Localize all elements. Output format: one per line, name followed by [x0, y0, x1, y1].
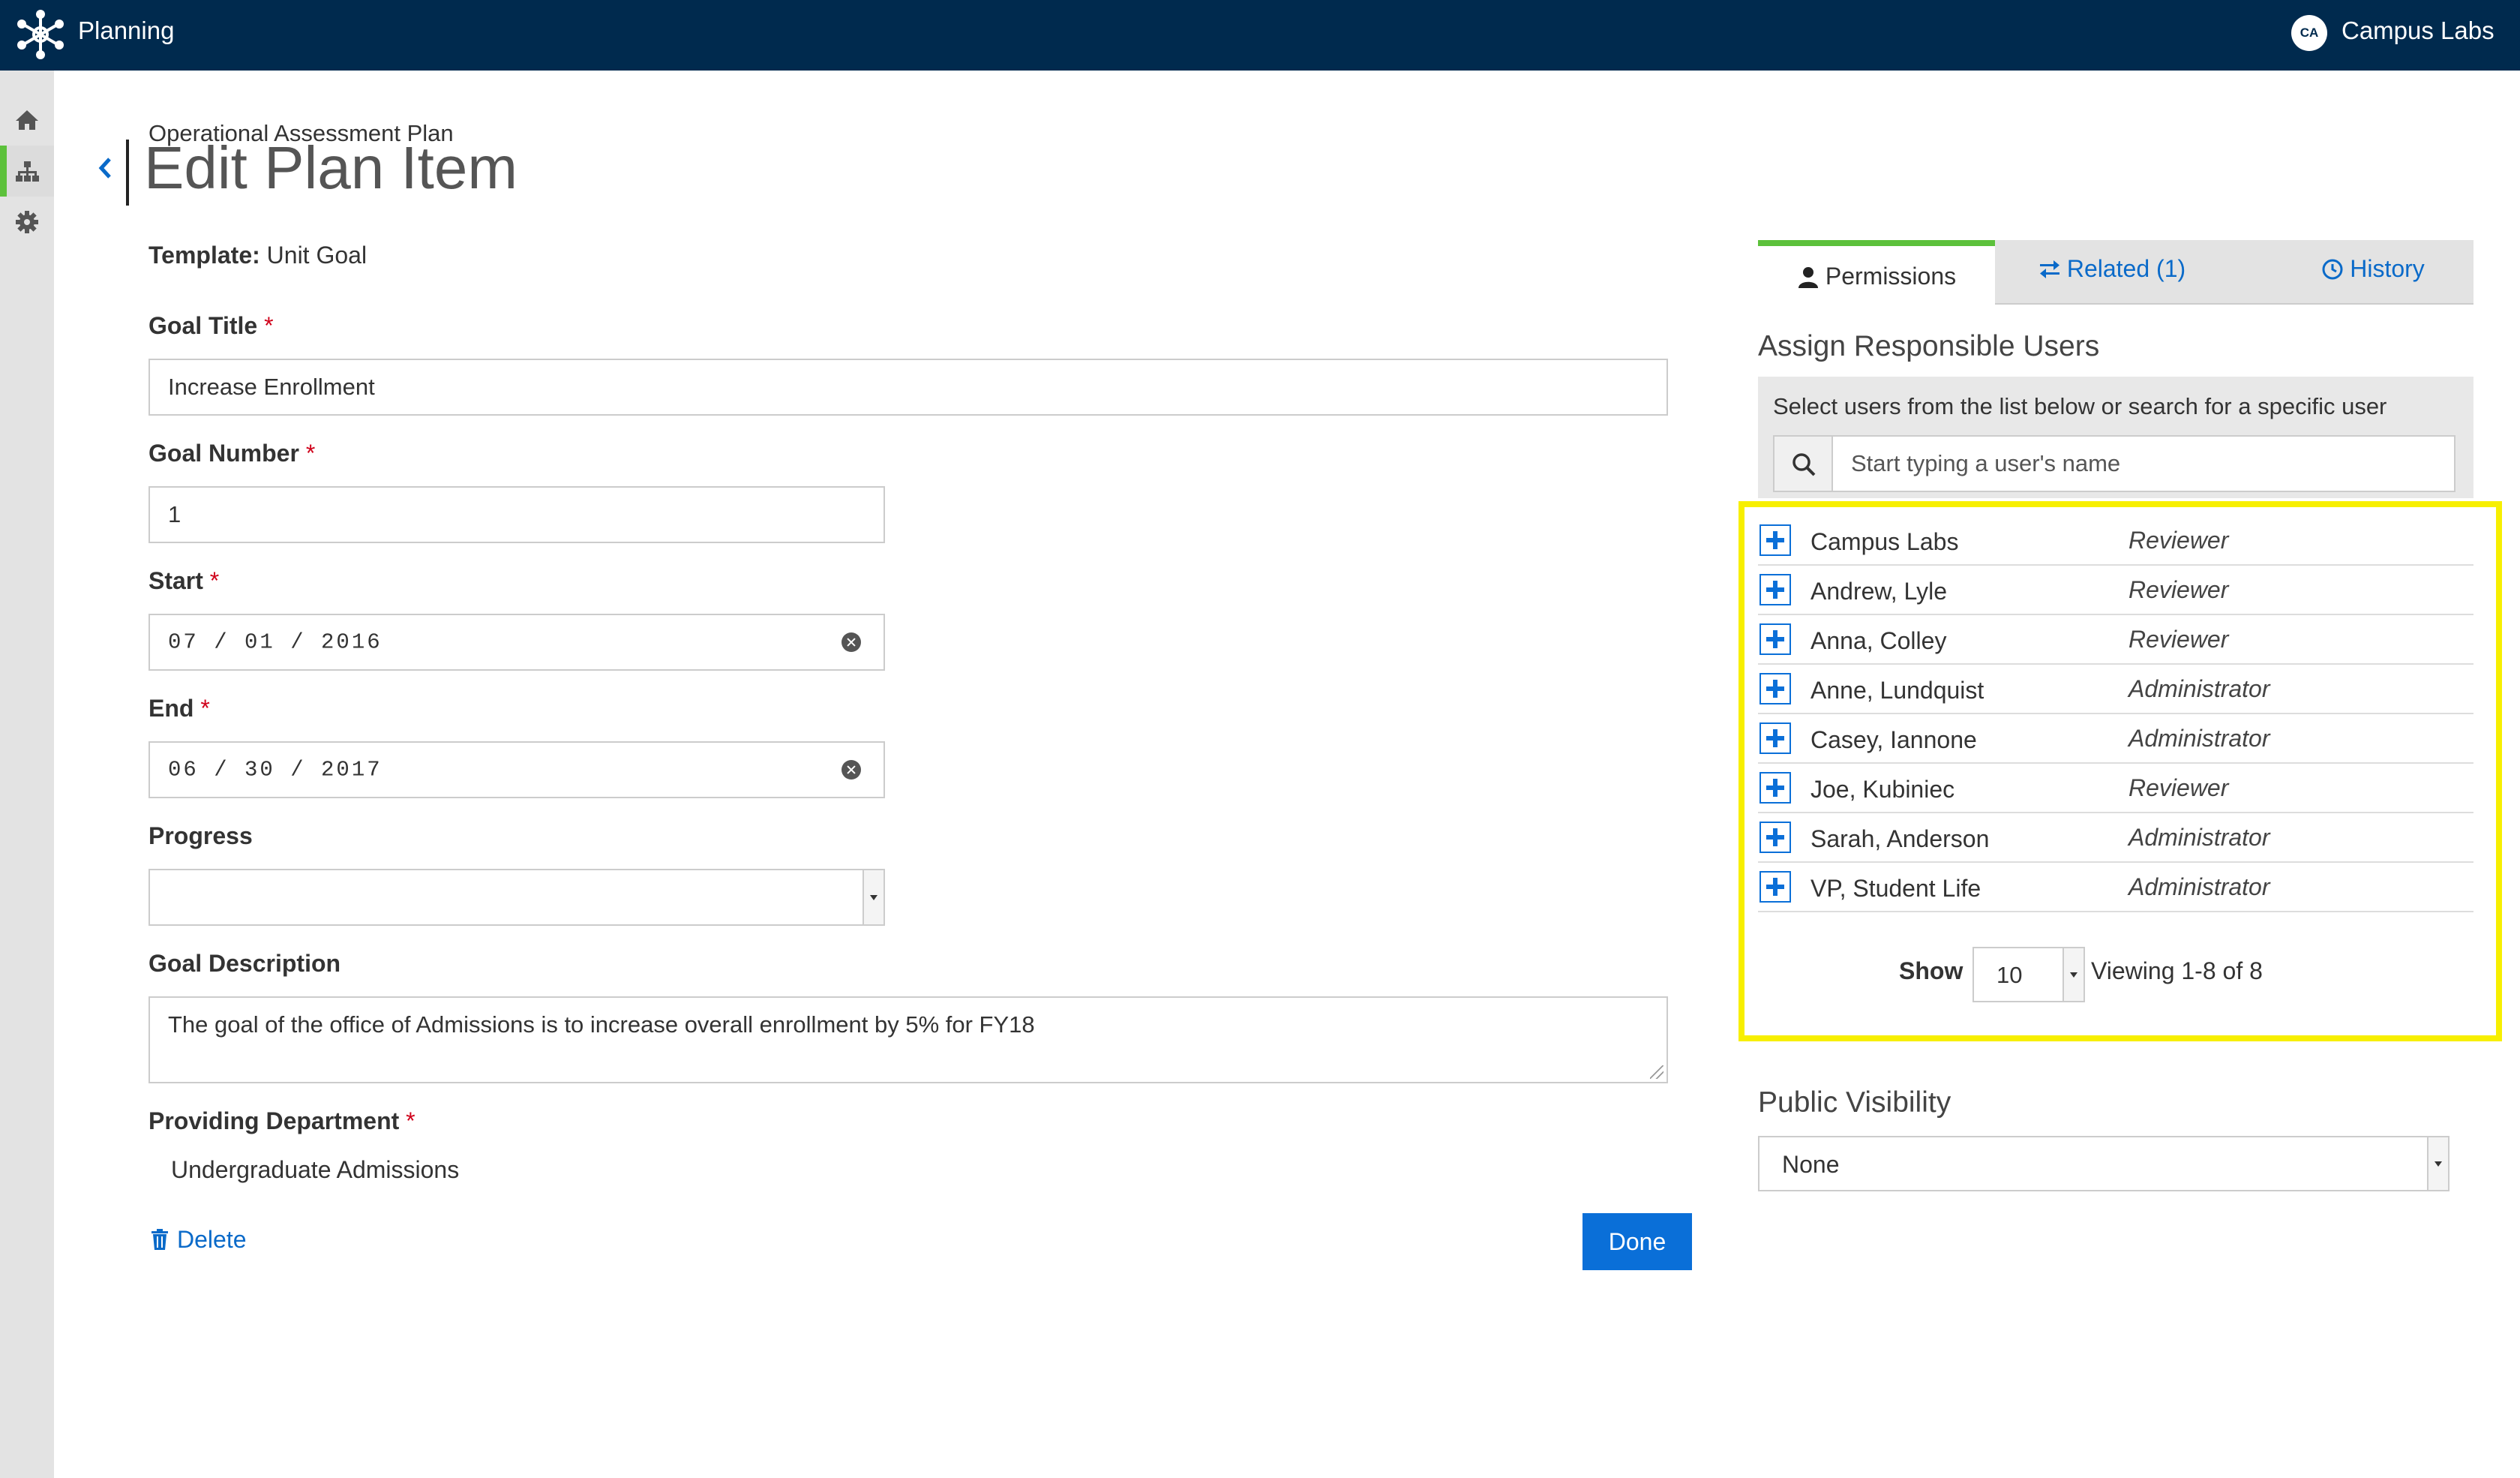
template-value: Unit Goal — [266, 242, 368, 269]
start-date-input[interactable]: 07 / 01 / 2016 — [148, 614, 885, 671]
goal-description-textarea[interactable]: The goal of the office of Admissions is … — [148, 996, 1668, 1083]
goal-title-input[interactable]: Increase Enrollment — [148, 359, 1668, 416]
required-marker: * — [264, 312, 274, 339]
start-label: Start * — [148, 567, 220, 594]
user-avatar[interactable]: CA — [2291, 15, 2327, 51]
required-marker: * — [305, 440, 316, 467]
app-title[interactable]: Planning — [78, 17, 174, 45]
template-line: Template: Unit Goal — [148, 242, 367, 269]
chevron-down-icon — [2427, 1137, 2448, 1190]
tab-related[interactable]: Related (1) — [2000, 240, 2224, 305]
search-icon — [1792, 453, 1816, 476]
assign-users-title: Assign Responsible Users — [1758, 330, 2100, 362]
done-button[interactable]: Done — [1582, 1213, 1692, 1270]
delete-link[interactable]: Delete — [150, 1226, 247, 1254]
clear-end-date-icon[interactable] — [842, 760, 861, 780]
planning-logo-icon[interactable] — [14, 8, 68, 62]
progress-select[interactable] — [148, 869, 885, 926]
exchange-icon — [2039, 260, 2060, 278]
page-title: Edit Plan Item — [144, 134, 518, 201]
clock-icon — [2322, 259, 2343, 280]
tab-permissions[interactable]: Permissions — [1758, 240, 1995, 305]
required-marker: * — [200, 695, 210, 722]
goal-number-label: Goal Number * — [148, 440, 316, 467]
user-icon — [1798, 267, 1818, 288]
required-marker: * — [209, 567, 220, 594]
sitemap-icon — [16, 161, 39, 182]
search-hint: Select users from the list below or sear… — [1773, 393, 2387, 419]
required-marker: * — [406, 1107, 416, 1134]
providing-department-value: Undergraduate Admissions — [171, 1156, 460, 1183]
end-date-input[interactable]: 06 / 30 / 2017 — [148, 741, 885, 798]
goal-title-label: Goal Title * — [148, 312, 274, 339]
rail-item-home[interactable] — [0, 95, 54, 146]
progress-label: Progress — [148, 822, 253, 849]
tab-underline — [1995, 303, 2474, 305]
back-chevron-icon[interactable] — [96, 155, 114, 182]
gear-icon — [16, 211, 38, 233]
providing-department-label: Providing Department * — [148, 1107, 416, 1134]
home-icon — [16, 110, 38, 130]
resize-grip-icon[interactable] — [1650, 1065, 1664, 1079]
end-label: End * — [148, 695, 210, 722]
highlight-box — [1738, 501, 2502, 1041]
header-divider — [126, 140, 129, 206]
template-label: Template: — [148, 242, 260, 269]
goal-description-label: Goal Description — [148, 950, 341, 977]
public-visibility-select[interactable]: None — [1758, 1136, 2450, 1191]
rail-item-settings[interactable] — [0, 197, 54, 248]
top-navbar: Planning CA Campus Labs — [0, 0, 2520, 71]
public-visibility-title: Public Visibility — [1758, 1086, 1952, 1119]
search-button[interactable] — [1773, 435, 1833, 492]
rail-item-plans[interactable] — [0, 146, 54, 197]
tab-history[interactable]: History — [2283, 240, 2463, 305]
clear-start-date-icon[interactable] — [842, 632, 861, 652]
org-name[interactable]: Campus Labs — [2342, 17, 2494, 45]
user-search-box: Select users from the list below or sear… — [1758, 377, 2474, 498]
user-search-input[interactable] — [1833, 435, 2456, 492]
panel-tabs: Permissions Related (1) History — [1758, 240, 2474, 305]
trash-icon — [152, 1229, 168, 1250]
goal-number-input[interactable]: 1 — [148, 486, 885, 543]
chevron-down-icon — [862, 870, 884, 924]
left-rail — [0, 71, 54, 1478]
